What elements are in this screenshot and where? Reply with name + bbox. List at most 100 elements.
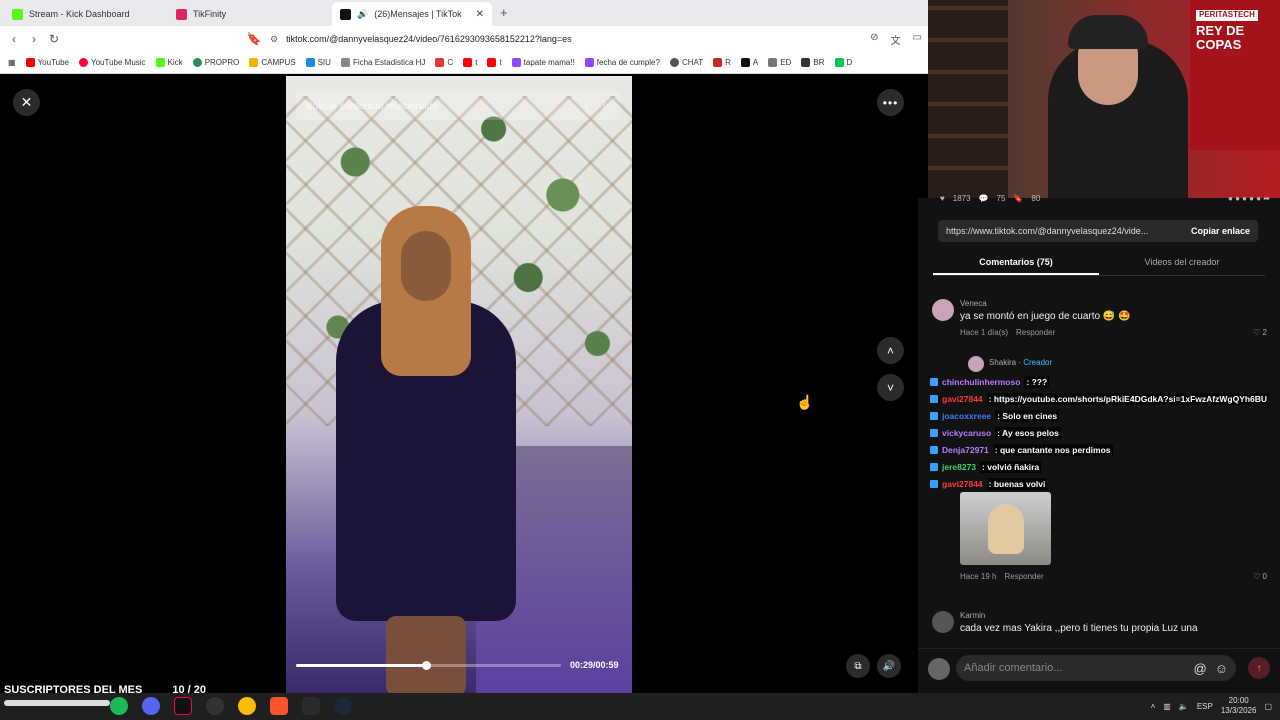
chat-user: gavi27844 <box>942 478 983 489</box>
new-tab-button[interactable]: + <box>500 5 508 20</box>
bookmark-item[interactable]: D <box>834 58 852 67</box>
tiktok-icon[interactable] <box>174 697 192 715</box>
comment-count: 75 <box>996 193 1006 203</box>
comment-input[interactable]: Añadir comentario... @ ☺ <box>956 655 1236 681</box>
comment-user[interactable]: Veneca <box>960 299 987 308</box>
comment-user[interactable]: Karmin <box>960 611 985 620</box>
avatar[interactable] <box>932 611 954 633</box>
heart-icon[interactable]: ♥ <box>940 194 945 203</box>
video-progress-bar[interactable] <box>296 661 561 670</box>
discord-icon[interactable] <box>142 697 160 715</box>
close-icon[interactable]: ✕ <box>13 89 40 116</box>
bookmark-item[interactable]: C <box>435 58 453 67</box>
bookmark-item[interactable]: YouTube <box>25 58 69 67</box>
chevron-up-icon[interactable]: ˄ <box>1151 702 1156 711</box>
obs-icon[interactable] <box>206 697 224 715</box>
subscribers-progress-bar <box>4 700 110 706</box>
tab-kick-dashboard[interactable]: Stream - Kick Dashboard <box>4 2 169 26</box>
comment-time: Hace 1 día(s) <box>960 328 1009 337</box>
network-icon[interactable]: ▥ <box>1163 702 1171 711</box>
reply-user[interactable]: Shakira <box>989 358 1016 367</box>
tab-creator-videos[interactable]: Videos del creador <box>1099 251 1265 275</box>
bookmark-icon[interactable]: 🔖 <box>1013 194 1023 203</box>
mouse-cursor-icon: ☝ <box>796 394 814 410</box>
avatar[interactable] <box>932 299 954 321</box>
tab-tikfinity[interactable]: TikFinity <box>168 2 333 26</box>
comment-like-count: 2 <box>1262 328 1267 337</box>
chat-badge-icon <box>930 479 938 488</box>
bookmark-item[interactable]: Ficha Estadistica HJ <box>340 58 425 67</box>
volume-tray-icon[interactable]: 🔈 <box>1179 702 1189 711</box>
bookmark-item[interactable]: CAMPUS <box>249 58 296 67</box>
language-indicator[interactable]: ESP <box>1197 702 1213 711</box>
bookmark-item[interactable]: Kick <box>155 58 183 67</box>
eye-slash-icon[interactable]: ⊘ <box>870 32 878 47</box>
bookmark-item[interactable]: PROPRO <box>192 58 239 67</box>
epic-games-icon[interactable] <box>302 697 320 715</box>
share-link-box: https://www.tiktok.com/@dannyvelasquez24… <box>938 220 1258 242</box>
brave-icon[interactable] <box>270 697 288 715</box>
previous-video-icon[interactable]: ˄ <box>877 337 904 364</box>
reload-icon[interactable]: ↻ <box>44 32 64 46</box>
bookmark-item[interactable]: SIU <box>305 58 331 67</box>
twitch-icon <box>584 58 594 67</box>
related-search-input[interactable]: Buscar contenido relacionado ⌕ <box>296 92 621 120</box>
reply-link[interactable]: Responder <box>1016 328 1055 337</box>
bookmark-item[interactable]: YouTube Music <box>79 58 146 67</box>
bookmark-item[interactable]: BR <box>801 58 825 67</box>
volume-icon[interactable]: 🔊 <box>877 654 901 678</box>
close-tab-icon[interactable]: ✕ <box>476 9 484 20</box>
bookmark-item[interactable]: A <box>740 58 758 67</box>
steam-icon[interactable] <box>334 697 352 715</box>
comment-image[interactable] <box>960 492 1051 565</box>
comment-input-bar: Añadir comentario... @ ☺ ↑ <box>918 648 1280 693</box>
bookmark-item[interactable]: t <box>487 58 502 67</box>
share-icons[interactable]: ● ● ● ● ● ➦ <box>1228 194 1270 203</box>
pip-icon[interactable]: ⧉ <box>846 654 870 678</box>
notification-icon[interactable]: ▢ <box>1264 702 1272 711</box>
site-info-icon[interactable]: ⚙ <box>270 34 278 45</box>
bookmark-item[interactable]: tapate mama!! <box>511 58 575 67</box>
avatar[interactable] <box>968 356 984 372</box>
mention-icon[interactable]: @ <box>1194 661 1207 676</box>
chrome-icon[interactable] <box>238 697 256 715</box>
comment-like[interactable]: ♡ 0 <box>1253 572 1267 581</box>
folder-icon <box>768 58 778 67</box>
bookmark-item[interactable]: R <box>713 58 731 67</box>
search-icon[interactable]: ⌕ <box>602 98 609 113</box>
more-options-icon[interactable]: ••• <box>877 89 904 116</box>
tab-title: TikFinity <box>193 9 227 19</box>
webcam-overlay: PERITASTECH REY DE COPAS <box>928 0 1280 198</box>
bookmark-item[interactable]: t <box>463 58 477 67</box>
url-field[interactable]: ⚙ tiktok.com/@dannyvelasquez24/video/761… <box>270 29 920 49</box>
tab-tiktok-messages[interactable]: 🔊 (26)Mensajes | TikTok ✕ <box>332 2 492 26</box>
translate-icon[interactable]: 文 <box>891 32 901 47</box>
comment-icon[interactable]: 💬 <box>979 194 989 203</box>
next-video-icon[interactable]: ˅ <box>877 374 904 401</box>
spotify-icon[interactable] <box>110 697 128 715</box>
video-performer <box>326 206 516 693</box>
send-icon[interactable]: ↑ <box>1248 657 1270 679</box>
chat-line: vickycaruso: Ay esos pelos <box>930 424 1280 441</box>
comment-tabs: Comentarios (75) Videos del creador <box>933 251 1265 276</box>
forward-icon[interactable]: › <box>24 32 44 46</box>
bookmark-icon[interactable]: 🔖 <box>244 32 264 46</box>
chat-icon <box>669 58 679 67</box>
cast-icon[interactable]: ▭ <box>913 32 922 47</box>
clock[interactable]: 20:00 13/3/2026 <box>1221 696 1257 716</box>
emoji-icon[interactable]: ☺ <box>1215 661 1228 676</box>
chat-message: : ??? <box>1024 375 1050 388</box>
creator-reply: Shakira · Creador <box>968 356 1268 372</box>
video-actions-row: ♥ 1873 💬 75 🔖 80 ● ● ● ● ● ➦ <box>940 190 1270 206</box>
bookmark-item[interactable]: fecha de cumple? <box>584 58 660 67</box>
copy-link-button[interactable]: Copiar enlace <box>1191 226 1250 236</box>
back-icon[interactable]: ‹ <box>4 32 24 46</box>
tab-comments[interactable]: Comentarios (75) <box>933 251 1099 275</box>
comment-like[interactable]: ♡ 2 <box>1253 328 1267 337</box>
reply-link[interactable]: Responder <box>1004 572 1043 581</box>
video-player[interactable]: Buscar contenido relacionado ⌕ 00:29/00:… <box>286 76 632 693</box>
bookmark-item[interactable]: ED <box>768 58 791 67</box>
progress-handle[interactable] <box>421 661 431 670</box>
apps-grid-icon[interactable]: ▦ <box>8 58 16 67</box>
bookmark-item[interactable]: CHAT <box>669 58 703 67</box>
